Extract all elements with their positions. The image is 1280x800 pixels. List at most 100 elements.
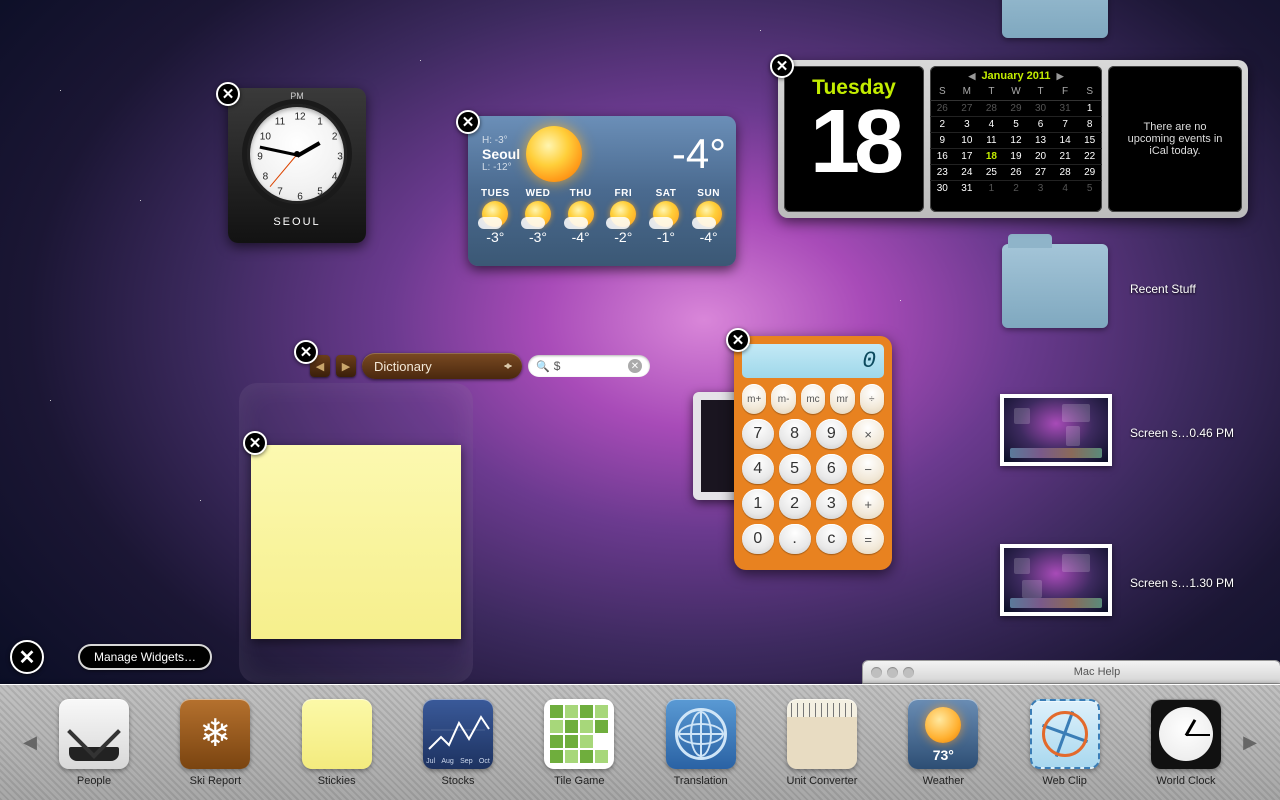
calendar-cell[interactable]: 28 xyxy=(1053,164,1078,180)
close-icon[interactable] xyxy=(726,328,750,352)
calc-key-×[interactable]: × xyxy=(852,419,884,449)
calendar-cell[interactable]: 10 xyxy=(955,132,980,148)
widget-bar-item-webc[interactable]: Web Clip xyxy=(1017,699,1113,787)
calc-key-+[interactable]: + xyxy=(852,489,884,519)
calendar-cell[interactable]: 4 xyxy=(1053,180,1078,196)
calc-key-.[interactable]: . xyxy=(779,524,811,554)
calendar-cell[interactable]: 29 xyxy=(1004,100,1029,116)
calc-key-5[interactable]: 5 xyxy=(779,454,811,484)
stickies-widget[interactable] xyxy=(251,445,461,639)
dictionary-mode-select[interactable]: Dictionary xyxy=(362,353,522,379)
widget-bar-item-tile[interactable]: Tile Game xyxy=(531,699,627,787)
calc-key-c[interactable]: c xyxy=(816,524,848,554)
calendar-cell[interactable]: 17 xyxy=(955,148,980,164)
calc-key-mc[interactable]: mc xyxy=(801,384,825,414)
traffic-light-zoom[interactable] xyxy=(903,667,914,678)
desktop-folder-recent[interactable]: Recent Stuff xyxy=(1002,244,1252,328)
desktop-screenshot-2[interactable]: Screen s…1.30 PM xyxy=(1000,544,1260,616)
dashboard-close-button[interactable] xyxy=(10,640,44,674)
calc-key-mr[interactable]: mr xyxy=(830,384,854,414)
calendar-cell[interactable]: 4 xyxy=(979,116,1004,132)
manage-widgets-button[interactable]: Manage Widgets… xyxy=(78,644,212,670)
traffic-light-minimize[interactable] xyxy=(887,667,898,678)
widget-bar-item-weath[interactable]: 73°Weather xyxy=(895,699,991,787)
calc-key-m+[interactable]: m+ xyxy=(742,384,766,414)
clear-icon[interactable]: ✕ xyxy=(628,359,642,373)
calendar-cell[interactable]: 18 xyxy=(979,148,1004,164)
calendar-cell[interactable]: 27 xyxy=(955,100,980,116)
calc-key-9[interactable]: 9 xyxy=(816,419,848,449)
calendar-cell[interactable]: 22 xyxy=(1077,148,1102,164)
calendar-cell[interactable]: 3 xyxy=(955,116,980,132)
calendar-cell[interactable]: 26 xyxy=(930,100,955,116)
widget-bar-item-stock[interactable]: JulAugSepOctStocks xyxy=(410,699,506,787)
widget-bar-item-stick[interactable]: Stickies xyxy=(289,699,385,787)
calc-key-8[interactable]: 8 xyxy=(779,419,811,449)
calendar-cell[interactable]: 16 xyxy=(930,148,955,164)
weather-widget[interactable]: H: -3° Seoul L: -12° -4° TUES-3°WED-3°TH… xyxy=(468,116,736,266)
calc-key-−[interactable]: − xyxy=(852,454,884,484)
calendar-cell[interactable]: 23 xyxy=(930,164,955,180)
widget-bar-item-wclk[interactable]: World Clock xyxy=(1138,699,1234,787)
calc-key-0[interactable]: 0 xyxy=(742,524,774,554)
widget-bar-item-trans[interactable]: Translation xyxy=(653,699,749,787)
calendar-cell[interactable]: 8 xyxy=(1077,116,1102,132)
calculator-widget[interactable]: 0 m+m-mcmr÷789×456−123+0.c= xyxy=(734,336,892,570)
close-icon[interactable] xyxy=(216,82,240,106)
traffic-light-close[interactable] xyxy=(871,667,882,678)
desktop-screenshot-1[interactable]: Screen s…0.46 PM xyxy=(1000,394,1260,466)
calendar-cell[interactable]: 13 xyxy=(1028,132,1053,148)
calendar-cell[interactable]: 1 xyxy=(979,180,1004,196)
calendar-cell[interactable]: 27 xyxy=(1028,164,1053,180)
dictionary-forward[interactable]: ▶ xyxy=(336,355,356,377)
calc-key-3[interactable]: 3 xyxy=(816,489,848,519)
calendar-cell[interactable]: 20 xyxy=(1028,148,1053,164)
calendar-widget[interactable]: Tuesday 18 ◀ January 2011 ▶ SMTWTFS26272… xyxy=(778,60,1248,218)
calendar-cell[interactable]: 2 xyxy=(930,116,955,132)
calendar-cell[interactable]: 14 xyxy=(1053,132,1078,148)
calc-key-4[interactable]: 4 xyxy=(742,454,774,484)
close-icon[interactable] xyxy=(243,431,267,455)
calendar-cell[interactable]: 5 xyxy=(1077,180,1102,196)
calendar-cell[interactable]: 3 xyxy=(1028,180,1053,196)
calendar-cell[interactable]: 30 xyxy=(1028,100,1053,116)
calc-key-2[interactable]: 2 xyxy=(779,489,811,519)
calendar-cell[interactable]: 1 xyxy=(1077,100,1102,116)
close-icon[interactable] xyxy=(294,340,318,364)
calendar-next-month[interactable]: ▶ xyxy=(1057,71,1064,82)
close-icon[interactable] xyxy=(770,54,794,78)
dictionary-search[interactable]: 🔍 $ ✕ xyxy=(528,355,650,377)
calendar-cell[interactable]: 30 xyxy=(930,180,955,196)
calendar-cell[interactable]: 28 xyxy=(979,100,1004,116)
calendar-cell[interactable]: 25 xyxy=(979,164,1004,180)
calendar-prev-month[interactable]: ◀ xyxy=(969,71,976,82)
dictionary-widget[interactable]: ◀ ▶ Dictionary 🔍 $ ✕ xyxy=(310,348,650,384)
calendar-cell[interactable]: 12 xyxy=(1004,132,1029,148)
calc-key-7[interactable]: 7 xyxy=(742,419,774,449)
calc-key-6[interactable]: 6 xyxy=(816,454,848,484)
calendar-cell[interactable]: 15 xyxy=(1077,132,1102,148)
calendar-cell[interactable]: 2 xyxy=(1004,180,1029,196)
widget-bar-item-ski[interactable]: Ski Report xyxy=(167,699,263,787)
calc-key-=[interactable]: = xyxy=(852,524,884,554)
world-clock-widget[interactable]: PM 121234567891011 SEOUL xyxy=(228,88,366,243)
widget-bar-item-unit[interactable]: Unit Converter xyxy=(774,699,870,787)
desktop-folder-partial[interactable] xyxy=(1002,0,1108,38)
close-icon[interactable] xyxy=(456,110,480,134)
calendar-cell[interactable]: 21 xyxy=(1053,148,1078,164)
widget-bar-item-people[interactable]: People xyxy=(46,699,142,787)
widget-bar-scroll-left[interactable]: ◀ xyxy=(22,732,38,753)
calendar-cell[interactable]: 31 xyxy=(955,180,980,196)
calendar-cell[interactable]: 7 xyxy=(1053,116,1078,132)
calc-key-m-[interactable]: m- xyxy=(771,384,795,414)
mac-help-window[interactable]: Mac Help xyxy=(863,661,1280,683)
calendar-cell[interactable]: 5 xyxy=(1004,116,1029,132)
calendar-cell[interactable]: 9 xyxy=(930,132,955,148)
calendar-cell[interactable]: 31 xyxy=(1053,100,1078,116)
calendar-cell[interactable]: 29 xyxy=(1077,164,1102,180)
calc-key-÷[interactable]: ÷ xyxy=(860,384,884,414)
calc-key-1[interactable]: 1 xyxy=(742,489,774,519)
widget-bar-scroll-right[interactable]: ▶ xyxy=(1242,732,1258,753)
calendar-cell[interactable]: 11 xyxy=(979,132,1004,148)
calendar-cell[interactable]: 26 xyxy=(1004,164,1029,180)
